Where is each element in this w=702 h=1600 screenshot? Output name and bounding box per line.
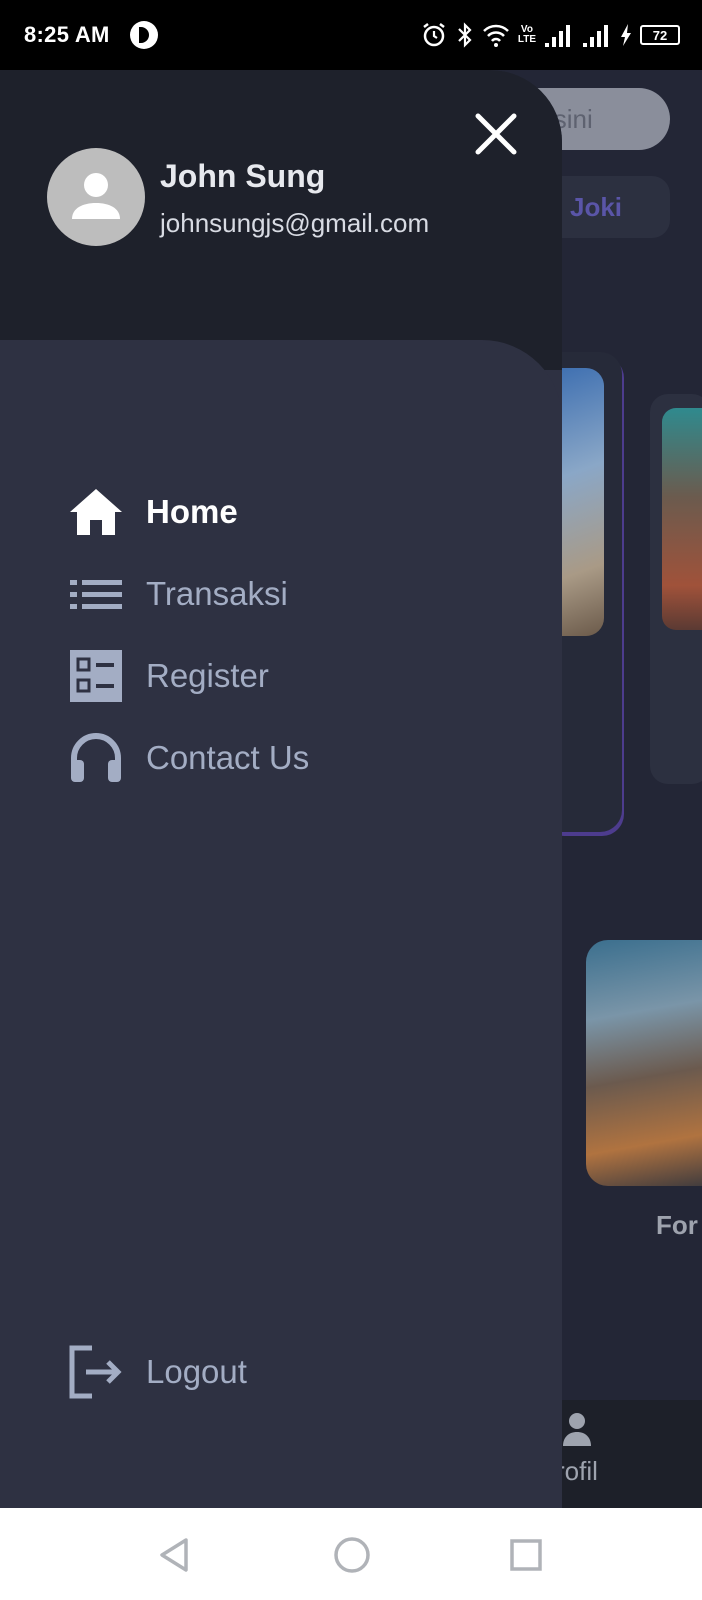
logout-icon xyxy=(68,1344,124,1400)
avatar xyxy=(47,148,145,246)
drawer-body: Home Transaksi Register Contact Us Logou… xyxy=(0,340,562,1508)
profile-icon[interactable] xyxy=(562,1412,592,1446)
status-bar: 8:25 AM Vo LTE 72 xyxy=(0,0,702,70)
status-icons: Vo LTE 72 xyxy=(420,18,680,52)
bluetooth-icon xyxy=(458,22,472,48)
profile-tab-label[interactable]: rofil xyxy=(556,1456,598,1487)
home-button-icon[interactable] xyxy=(329,1532,375,1578)
menu-item-label: Home xyxy=(146,493,238,530)
logout-label: Logout xyxy=(146,1353,247,1390)
menu-item-home[interactable]: Home xyxy=(68,480,488,544)
category-chip-label: Joki xyxy=(570,192,623,222)
system-nav-bar xyxy=(0,1508,702,1600)
person-icon xyxy=(72,173,120,219)
menu-item-transaksi[interactable]: Transaksi xyxy=(68,562,488,626)
game-card-title: For xyxy=(656,1210,698,1240)
game-card-image[interactable] xyxy=(586,940,702,1186)
menu-item-label: Transaksi xyxy=(146,575,288,612)
signal-icon xyxy=(545,25,570,47)
logout-button[interactable]: Logout xyxy=(68,1340,488,1404)
user-email: johnsungjs@gmail.com xyxy=(160,208,430,238)
close-icon[interactable] xyxy=(470,108,522,160)
user-name: John Sung xyxy=(160,158,326,194)
back-icon[interactable] xyxy=(152,1532,198,1578)
headset-icon xyxy=(68,730,124,786)
list-icon xyxy=(68,566,124,622)
form-icon xyxy=(68,648,124,704)
menu-item-label: Contact Us xyxy=(146,739,310,776)
navigation-drawer: John Sung johnsungjs@gmail.com Home Tran… xyxy=(0,70,562,1508)
app-notification-icon xyxy=(130,21,158,49)
alarm-icon xyxy=(423,23,445,47)
wifi-icon xyxy=(482,24,509,47)
menu-item-register[interactable]: Register xyxy=(68,644,488,708)
charging-icon xyxy=(621,24,631,46)
featured-card-image xyxy=(662,408,702,630)
menu-item-contact-us[interactable]: Contact Us xyxy=(68,726,488,790)
battery-indicator: 72 xyxy=(640,25,680,45)
volte-icon: Vo LTE xyxy=(517,24,536,45)
recents-icon[interactable] xyxy=(503,1532,549,1578)
status-time: 8:25 AM xyxy=(24,22,110,47)
home-icon xyxy=(68,484,124,540)
signal-icon xyxy=(583,25,608,47)
drawer-header: John Sung johnsungjs@gmail.com xyxy=(0,70,562,370)
menu-item-label: Register xyxy=(146,657,269,694)
